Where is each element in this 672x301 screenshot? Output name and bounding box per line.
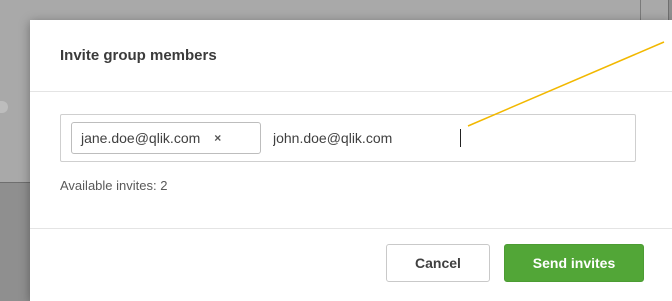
dialog-body: jane.doe@qlik.com × Available invites: 2 bbox=[30, 92, 672, 228]
cancel-button[interactable]: Cancel bbox=[386, 244, 490, 282]
dialog-title: Invite group members bbox=[60, 46, 217, 64]
available-invites-text: Available invites: 2 bbox=[60, 178, 168, 193]
dialog-header: Invite group members bbox=[30, 20, 672, 92]
dialog-footer: Cancel Send invites bbox=[30, 228, 672, 301]
invite-dialog: Invite group members jane.doe@qlik.com ×… bbox=[30, 20, 672, 301]
email-chip-label: jane.doe@qlik.com bbox=[81, 130, 201, 146]
close-icon[interactable]: × bbox=[214, 131, 221, 145]
email-entry-field[interactable]: jane.doe@qlik.com × bbox=[60, 114, 636, 162]
email-chip: jane.doe@qlik.com × bbox=[71, 122, 261, 154]
send-invites-button[interactable]: Send invites bbox=[504, 244, 644, 282]
text-caret bbox=[460, 129, 461, 147]
email-input[interactable] bbox=[273, 123, 613, 153]
